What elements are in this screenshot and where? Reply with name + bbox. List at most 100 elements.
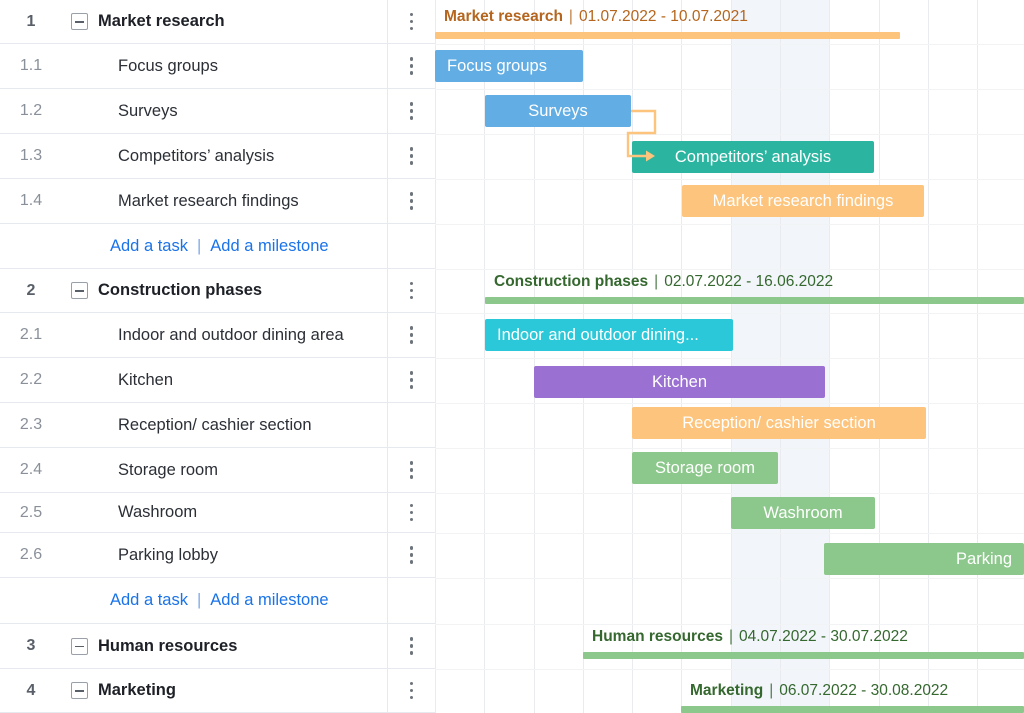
- group-name-label[interactable]: Market research: [96, 12, 387, 31]
- gantt-task-bar[interactable]: Reception/ cashier section: [632, 407, 926, 439]
- task-name-label[interactable]: Surveys: [96, 102, 387, 121]
- add-a-milestone-link[interactable]: Add a milestone: [210, 237, 328, 256]
- minus-square-icon[interactable]: [71, 13, 88, 30]
- chart-row-gridline: [435, 624, 1024, 625]
- group-summary-bar[interactable]: [485, 297, 1024, 304]
- gantt-task-bar[interactable]: Kitchen: [534, 366, 825, 398]
- kebab-menu-icon: [410, 147, 414, 165]
- gantt-task-bar[interactable]: Focus groups: [435, 50, 583, 82]
- gantt-task-bar-label: Indoor and outdoor dining...: [485, 326, 733, 345]
- table-row[interactable]: 1.2Surveys: [0, 89, 435, 134]
- chart-row-gridline: [435, 578, 1024, 579]
- group-name-label[interactable]: Marketing: [96, 681, 387, 700]
- gantt-task-bar[interactable]: Storage room: [632, 452, 778, 484]
- group-summary-bar[interactable]: [681, 706, 1024, 713]
- row-menu-button[interactable]: [387, 669, 435, 712]
- group-summary-bar[interactable]: [583, 652, 1024, 659]
- task-name-label[interactable]: Parking lobby: [96, 546, 387, 565]
- row-wbs-number: 2.2: [0, 371, 62, 389]
- gantt-task-bar[interactable]: Competitors’ analysis: [632, 141, 874, 173]
- table-row[interactable]: 2.6 Parking lobby: [0, 533, 435, 578]
- row-menu-button[interactable]: [387, 44, 435, 88]
- minus-square-icon[interactable]: [71, 682, 88, 699]
- table-row[interactable]: 2.3Reception/ cashier section: [0, 403, 435, 448]
- collapse-toggle[interactable]: [62, 282, 96, 299]
- kebab-menu-icon: [410, 371, 414, 389]
- gantt-task-bar[interactable]: Surveys: [485, 95, 631, 127]
- gantt-task-bar[interactable]: Parking: [824, 543, 1024, 575]
- row-wbs-number: 1: [0, 13, 62, 31]
- kebab-menu-icon: [410, 282, 414, 300]
- row-menu-button[interactable]: [387, 624, 435, 668]
- row-menu-button[interactable]: [387, 0, 435, 43]
- row-menu-button[interactable]: [387, 448, 435, 492]
- kebab-menu-icon: [410, 57, 414, 75]
- add-a-task-link[interactable]: Add a task: [110, 591, 188, 610]
- chart-row-gridline: [435, 179, 1024, 180]
- row-menu-placeholder: [387, 578, 435, 623]
- chart-row-gridline: [435, 448, 1024, 449]
- gantt-task-bar[interactable]: Indoor and outdoor dining...: [485, 319, 733, 351]
- table-row[interactable]: 4Marketing: [0, 669, 435, 713]
- collapse-toggle[interactable]: [62, 638, 96, 655]
- kebab-menu-icon: [410, 461, 414, 479]
- row-menu-button[interactable]: [387, 533, 435, 577]
- task-name-label[interactable]: Competitors’ analysis: [96, 147, 387, 166]
- add-a-milestone-link[interactable]: Add a milestone: [210, 591, 328, 610]
- add-row[interactable]: Add a task|Add a milestone: [0, 224, 435, 269]
- gantt-chart-panel[interactable]: Market research|01.07.2022 - 10.07.2021C…: [435, 0, 1024, 713]
- task-name-label[interactable]: Focus groups: [96, 57, 387, 76]
- row-menu-button[interactable]: [387, 89, 435, 133]
- task-name-label[interactable]: Reception/ cashier section: [96, 416, 387, 435]
- table-row[interactable]: 2.1Indoor and outdoor dining area: [0, 313, 435, 358]
- task-name-label[interactable]: Storage room: [96, 461, 387, 480]
- chart-column-gridline: [879, 0, 880, 713]
- group-summary-date-range: 04.07.2022 - 30.07.2022: [739, 628, 908, 645]
- gantt-task-bar-label: Market research findings: [682, 192, 924, 211]
- task-name-label[interactable]: Washroom: [96, 503, 387, 522]
- row-menu-button[interactable]: [387, 179, 435, 223]
- task-name-label[interactable]: Indoor and outdoor dining area: [96, 326, 387, 345]
- gantt-task-bar[interactable]: Washroom: [731, 497, 875, 529]
- row-menu-placeholder: [387, 403, 435, 447]
- table-row[interactable]: 1.4Market research findings: [0, 179, 435, 224]
- group-summary-separator: |: [763, 682, 779, 699]
- chart-row-gridline: [435, 134, 1024, 135]
- add-row[interactable]: Add a task|Add a milestone: [0, 578, 435, 624]
- row-menu-button[interactable]: [387, 358, 435, 402]
- table-row[interactable]: 2.5 Washroom: [0, 493, 435, 533]
- row-menu-button[interactable]: [387, 269, 435, 312]
- row-menu-button[interactable]: [387, 313, 435, 357]
- table-row[interactable]: 1 Market research: [0, 0, 435, 44]
- table-row[interactable]: 3Human resources: [0, 624, 435, 669]
- collapse-toggle[interactable]: [62, 682, 96, 699]
- group-summary-date-range: 02.07.2022 - 16.06.2022: [664, 273, 833, 290]
- minus-square-icon[interactable]: [71, 638, 88, 655]
- row-menu-button[interactable]: [387, 134, 435, 178]
- row-menu-button[interactable]: [387, 493, 435, 532]
- task-name-label[interactable]: Market research findings: [96, 192, 387, 211]
- add-a-task-link[interactable]: Add a task: [110, 237, 188, 256]
- gantt-task-bar[interactable]: Market research findings: [682, 185, 924, 217]
- gantt-task-bar-label: Washroom: [731, 504, 875, 523]
- row-wbs-number: 2: [0, 282, 62, 300]
- chart-column-gridline: [780, 0, 781, 713]
- table-row[interactable]: 2.2 Kitchen: [0, 358, 435, 403]
- task-name-label[interactable]: Kitchen: [96, 371, 387, 390]
- table-row[interactable]: 2 Construction phases: [0, 269, 435, 313]
- collapse-toggle[interactable]: [62, 13, 96, 30]
- chart-row-gridline: [435, 358, 1024, 359]
- minus-square-icon[interactable]: [71, 282, 88, 299]
- table-row[interactable]: 2.4 Storage room: [0, 448, 435, 493]
- group-summary-bar[interactable]: [435, 32, 900, 39]
- table-row[interactable]: 1.1Focus groups: [0, 44, 435, 89]
- row-wbs-number: 2.5: [0, 504, 62, 522]
- kebab-menu-icon: [410, 637, 414, 655]
- kebab-menu-icon: [410, 102, 414, 120]
- row-wbs-number: 2.6: [0, 546, 62, 564]
- group-name-label[interactable]: Construction phases: [96, 281, 387, 300]
- table-row[interactable]: 1.3Competitors’ analysis: [0, 134, 435, 179]
- row-wbs-number: 2.4: [0, 461, 62, 479]
- group-name-label[interactable]: Human resources: [96, 637, 387, 656]
- chart-row-gridline: [435, 269, 1024, 270]
